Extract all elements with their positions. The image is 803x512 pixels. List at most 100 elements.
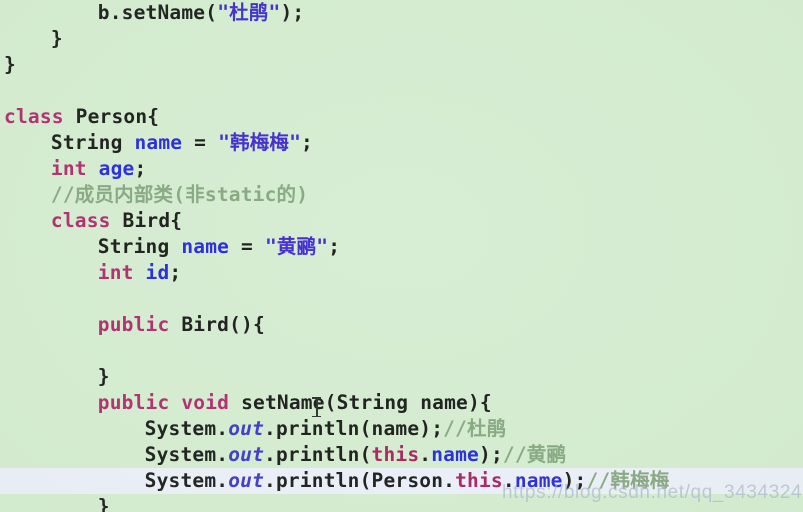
code-token-punct bbox=[134, 261, 146, 284]
code-line[interactable]: class Bird{ bbox=[0, 208, 803, 234]
code-line[interactable]: System.out.println(Person.this.name);//韩… bbox=[0, 468, 803, 494]
code-line[interactable]: int age; bbox=[0, 156, 803, 182]
code-token-punct: } bbox=[4, 53, 16, 76]
code-editor-content[interactable]: b.setName("杜鹃");}} class Person{String na… bbox=[0, 0, 803, 512]
code-token-punct: (){ bbox=[229, 313, 265, 336]
code-token-punct: . bbox=[216, 469, 229, 492]
code-token-punct: .println( bbox=[264, 469, 372, 492]
code-token-type: Bird bbox=[181, 313, 230, 336]
code-token-kw: public bbox=[97, 391, 170, 414]
code-token-statfld: out bbox=[228, 443, 265, 466]
code-token-type: System bbox=[144, 417, 217, 440]
code-line[interactable]: public void setName(String name){ bbox=[0, 390, 803, 416]
code-token-ident: setName bbox=[121, 1, 206, 24]
code-token-punct: ); bbox=[479, 443, 503, 466]
code-line[interactable] bbox=[0, 286, 803, 312]
code-token-str: "韩梅梅" bbox=[218, 131, 302, 154]
code-token-statfld: out bbox=[228, 469, 265, 492]
code-token-ident: name bbox=[371, 417, 420, 440]
code-token-type: String bbox=[97, 235, 170, 258]
code-token-punct: . bbox=[502, 469, 515, 492]
code-line[interactable]: //成员内部类(非static的) bbox=[0, 182, 803, 208]
code-token-punct: ); bbox=[562, 469, 587, 492]
code-token-kw: class bbox=[50, 209, 111, 232]
code-token-punct bbox=[229, 391, 241, 414]
code-token-type: Bird bbox=[122, 209, 171, 232]
code-token-kw: public bbox=[97, 313, 170, 336]
code-token-punct: . bbox=[109, 1, 122, 24]
code-token-cmt: //成员内部类(非static的) bbox=[50, 183, 309, 206]
screen-recording-frame: b.setName("杜鹃");}} class Person{String na… bbox=[0, 0, 803, 512]
code-line[interactable]: String name = "韩梅梅"; bbox=[0, 130, 803, 156]
code-token-punct bbox=[64, 105, 76, 128]
code-token-punct bbox=[169, 391, 181, 414]
code-token-punct: ){ bbox=[467, 391, 492, 414]
code-token-punct: ; bbox=[328, 235, 341, 258]
code-token-punct bbox=[111, 209, 123, 232]
code-token-punct bbox=[87, 157, 99, 180]
code-token-punct bbox=[123, 131, 135, 154]
code-token-kw: int bbox=[97, 261, 134, 284]
code-token-kw2: this bbox=[371, 443, 420, 466]
code-token-statfld: out bbox=[228, 417, 265, 440]
code-token-punct: .println( bbox=[264, 443, 372, 466]
code-token-punct bbox=[169, 313, 181, 336]
code-line[interactable]: String name = "黄鹂"; bbox=[0, 234, 803, 260]
code-token-punct: } bbox=[97, 365, 110, 388]
code-token-punct: } bbox=[97, 495, 110, 512]
code-token-field: name bbox=[181, 235, 230, 258]
code-token-type: System bbox=[144, 469, 217, 492]
code-token-punct: = bbox=[182, 131, 219, 154]
code-token-punct: ; bbox=[134, 157, 147, 180]
code-line[interactable]: System.out.println(name);//杜鹃 bbox=[0, 416, 803, 442]
code-token-str: "杜鹃" bbox=[217, 1, 281, 24]
code-token-punct: ); bbox=[280, 1, 305, 24]
code-token-type: String bbox=[336, 391, 409, 414]
code-token-type: setName bbox=[241, 391, 325, 414]
code-token-punct: ( bbox=[324, 391, 337, 414]
code-token-punct: . bbox=[419, 443, 432, 466]
code-token-field: age bbox=[98, 157, 135, 180]
code-token-str: "黄鹂" bbox=[264, 235, 329, 258]
code-token-punct: . bbox=[443, 469, 456, 492]
code-line[interactable]: public Bird(){ bbox=[0, 312, 803, 338]
code-token-field: name bbox=[514, 469, 563, 492]
code-token-type: Person bbox=[371, 469, 444, 492]
code-line[interactable]: } bbox=[0, 494, 803, 512]
code-token-punct: ); bbox=[419, 417, 444, 440]
code-token-cmt: //杜鹃 bbox=[443, 417, 507, 440]
code-token-ident: b bbox=[97, 1, 110, 24]
code-token-punct: . bbox=[216, 417, 229, 440]
code-line[interactable]: b.setName("杜鹃"); bbox=[0, 0, 803, 26]
code-token-kw2: this bbox=[455, 469, 503, 492]
code-token-kw: class bbox=[4, 105, 64, 128]
code-token-cmt: //韩梅梅 bbox=[586, 469, 670, 492]
code-token-punct bbox=[408, 391, 420, 414]
code-token-punct bbox=[169, 235, 181, 258]
code-token-kw: void bbox=[181, 391, 230, 414]
code-token-field: name bbox=[431, 443, 479, 466]
code-line[interactable]: int id; bbox=[0, 260, 803, 286]
code-token-field: name bbox=[134, 131, 183, 154]
code-token-punct: { bbox=[147, 105, 160, 128]
code-token-punct: ; bbox=[301, 131, 313, 154]
code-line[interactable]: } bbox=[0, 52, 803, 78]
code-line[interactable] bbox=[0, 338, 803, 364]
code-token-cmt: //黄鹂 bbox=[502, 443, 567, 466]
code-line[interactable]: } bbox=[0, 26, 803, 52]
code-token-punct: .println( bbox=[264, 417, 372, 440]
code-token-punct: } bbox=[50, 27, 63, 50]
code-line[interactable]: System.out.println(this.name);//黄鹂 bbox=[0, 442, 803, 468]
code-token-type: System bbox=[144, 443, 217, 466]
code-line[interactable]: } bbox=[0, 364, 803, 390]
code-line[interactable]: class Person{ bbox=[0, 104, 803, 130]
code-token-ident: name bbox=[420, 391, 468, 414]
code-line[interactable] bbox=[0, 78, 803, 104]
code-token-punct: . bbox=[216, 443, 229, 466]
code-token-type: Person bbox=[75, 105, 148, 128]
code-token-punct: = bbox=[229, 235, 265, 258]
code-token-field: id bbox=[145, 261, 170, 284]
code-token-type: String bbox=[50, 131, 123, 154]
code-token-punct: ( bbox=[205, 1, 218, 24]
code-token-punct: ; bbox=[169, 261, 182, 284]
